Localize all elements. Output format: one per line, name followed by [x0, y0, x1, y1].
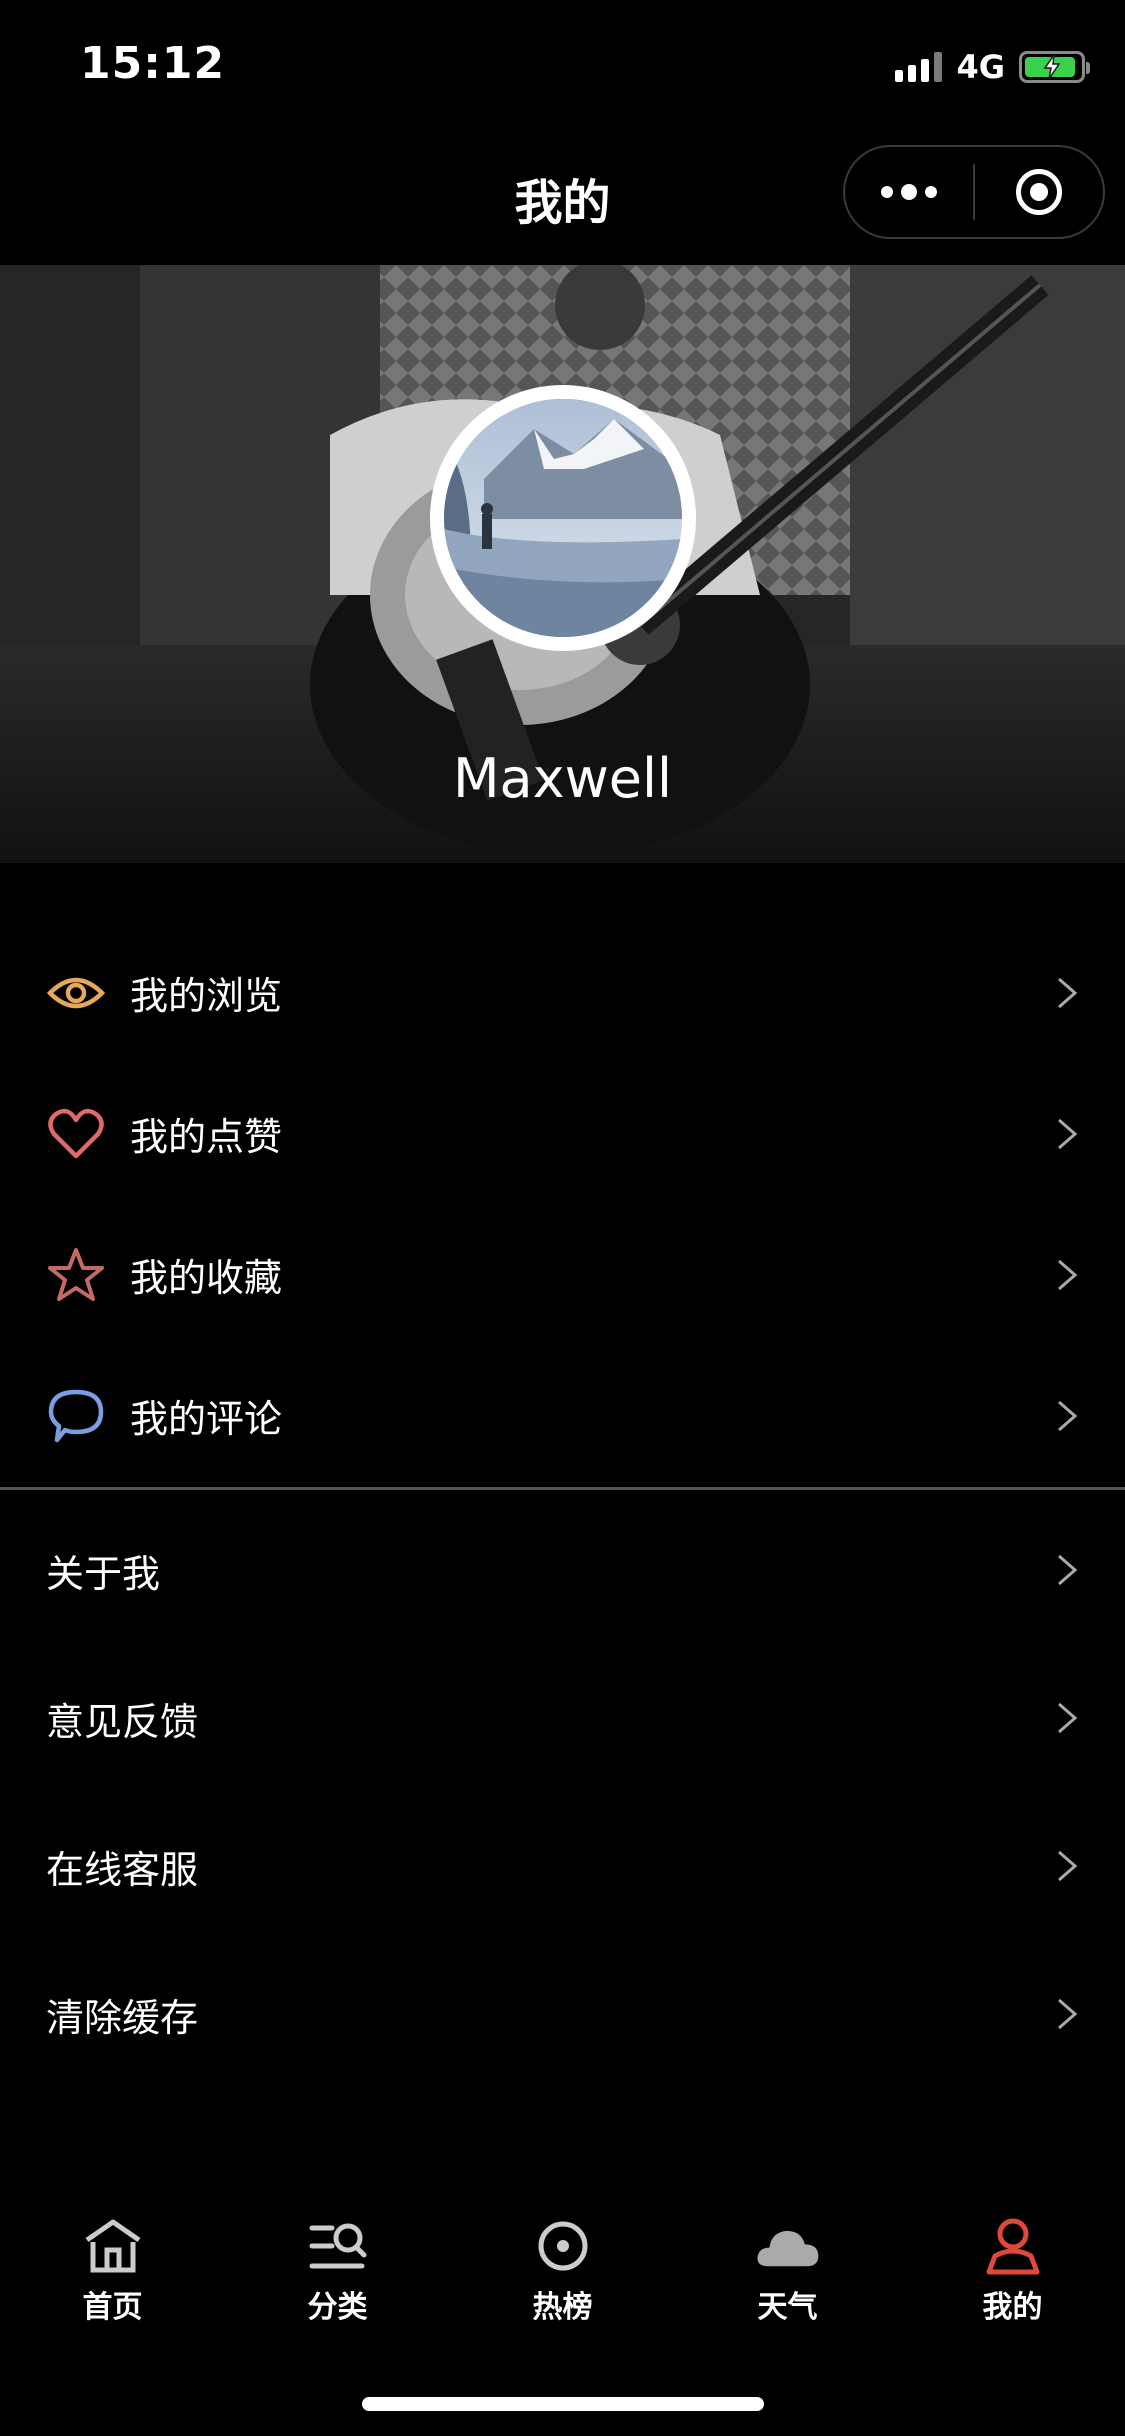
- menu-label: 我的浏览: [130, 974, 283, 1018]
- chevron-right-icon: [1058, 1850, 1078, 1882]
- section-divider: [0, 1487, 1125, 1490]
- home-icon: [81, 2214, 145, 2278]
- heart-icon: [46, 1104, 106, 1164]
- user-icon: [981, 2214, 1045, 2278]
- menu-primary: 我的浏览 我的点赞 我的收藏 我的评论: [0, 922, 1125, 1486]
- more-dots-icon: [881, 184, 937, 200]
- status-indicators: 4G: [895, 48, 1090, 86]
- menu-label: 意见反馈: [46, 1699, 199, 1744]
- tab-label: 我的: [982, 2290, 1043, 2325]
- tab-mine[interactable]: 我的: [900, 2200, 1125, 2360]
- signal-icon: [895, 52, 943, 82]
- user-name: Maxwell: [452, 747, 673, 810]
- nav-bar: 我的: [0, 135, 1125, 265]
- category-search-icon: [306, 2214, 370, 2278]
- target-icon: [531, 2214, 595, 2278]
- menu-item-comments[interactable]: 我的评论: [0, 1345, 1125, 1486]
- tab-label: 分类: [307, 2290, 368, 2325]
- menu-item-favorites[interactable]: 我的收藏: [0, 1204, 1125, 1345]
- battery-icon: [1019, 51, 1090, 83]
- close-button[interactable]: [975, 147, 1103, 237]
- home-indicator[interactable]: [362, 2397, 764, 2411]
- chevron-right-icon: [1058, 1702, 1078, 1734]
- status-time: 15:12: [80, 38, 226, 89]
- menu-item-clear-cache[interactable]: 清除缓存: [0, 1940, 1125, 2088]
- close-target-icon: [1016, 169, 1062, 215]
- menu-item-about-me[interactable]: 关于我: [0, 1496, 1125, 1644]
- chevron-right-icon: [1058, 1998, 1078, 2030]
- menu-secondary: 关于我 意见反馈 在线客服 清除缓存: [0, 1496, 1125, 2088]
- tab-label: 天气: [757, 2290, 818, 2325]
- menu-item-feedback[interactable]: 意见反馈: [0, 1644, 1125, 1792]
- menu-label: 我的收藏: [130, 1256, 283, 1300]
- menu-label: 关于我: [46, 1551, 161, 1596]
- tab-label: 热榜: [532, 2290, 593, 2325]
- tab-label: 首页: [82, 2290, 143, 2325]
- comment-icon: [46, 1386, 106, 1446]
- star-icon: [46, 1245, 106, 1305]
- tab-category[interactable]: 分类: [225, 2200, 450, 2360]
- mini-program-capsule: [843, 145, 1105, 239]
- menu-label: 我的评论: [130, 1397, 283, 1441]
- chevron-right-icon: [1058, 1259, 1078, 1290]
- chevron-right-icon: [1058, 1554, 1078, 1586]
- more-button[interactable]: [845, 147, 973, 237]
- tab-weather[interactable]: 天气: [675, 2200, 900, 2360]
- avatar-mountain-image: [444, 399, 682, 637]
- menu-label: 在线客服: [46, 1847, 199, 1892]
- tab-bar: 首页 分类 热榜 天气 我的: [0, 2200, 1125, 2360]
- chevron-right-icon: [1058, 1118, 1078, 1149]
- chevron-right-icon: [1058, 1400, 1078, 1431]
- menu-item-browse-history[interactable]: 我的浏览: [0, 922, 1125, 1063]
- cloud-icon: [756, 2214, 820, 2278]
- chevron-right-icon: [1058, 977, 1078, 1008]
- eye-icon: [46, 963, 106, 1023]
- avatar[interactable]: [430, 385, 696, 651]
- tab-hot-list[interactable]: 热榜: [450, 2200, 675, 2360]
- tab-home[interactable]: 首页: [0, 2200, 225, 2360]
- status-bar: 15:12 4G: [0, 0, 1125, 135]
- menu-label: 清除缓存: [46, 1995, 199, 2040]
- menu-item-customer-service[interactable]: 在线客服: [0, 1792, 1125, 1940]
- network-type: 4G: [956, 48, 1005, 86]
- menu-label: 我的点赞: [130, 1115, 283, 1159]
- profile-banner: Maxwell: [0, 265, 1125, 863]
- menu-item-likes[interactable]: 我的点赞: [0, 1063, 1125, 1204]
